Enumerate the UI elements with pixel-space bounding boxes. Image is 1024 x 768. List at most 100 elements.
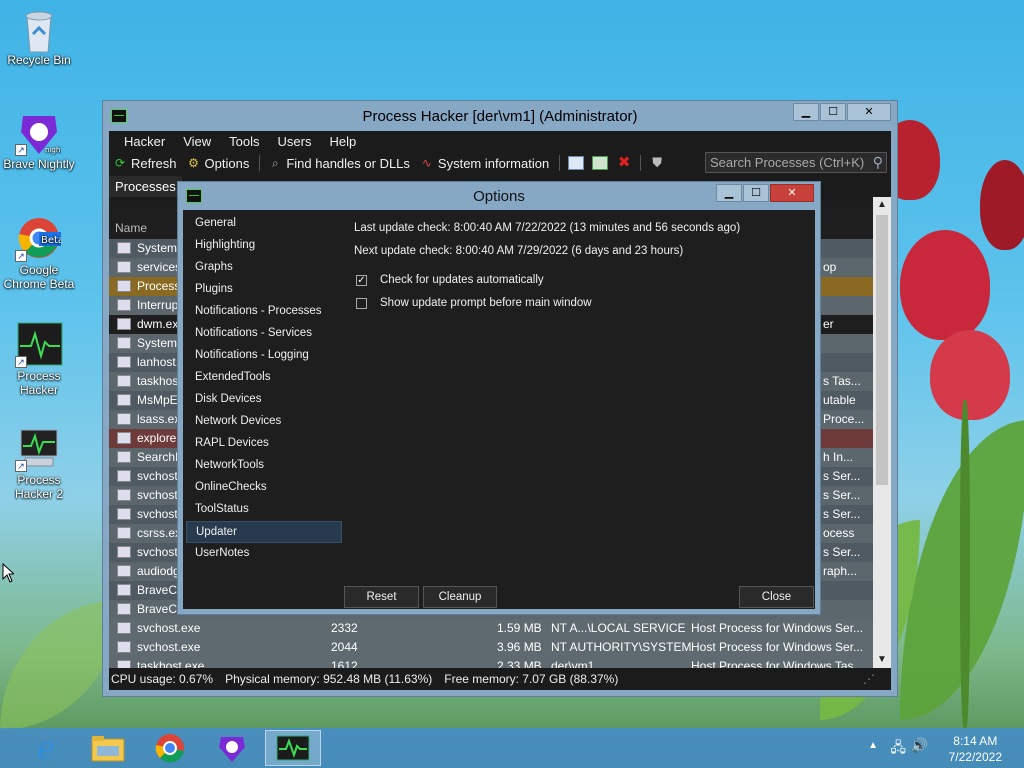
close-dialog-button[interactable]: Close [739, 586, 814, 608]
resize-grip-icon[interactable]: ⋰ [863, 672, 875, 686]
category-item[interactable]: Plugins [186, 279, 342, 301]
process-name: System [137, 336, 178, 350]
maximize-button[interactable]: ☐ [820, 103, 846, 121]
taskbar-process-hacker[interactable] [265, 730, 321, 766]
update-prompt-checkbox[interactable] [356, 297, 367, 309]
category-item[interactable]: ToolStatus [186, 499, 342, 521]
window-icon[interactable] [568, 156, 585, 170]
table-row[interactable]: svchost.exe 2332 1.59 MB NT A...\LOCAL SERV… [109, 619, 873, 638]
taskbar-brave-nightly[interactable] [204, 730, 260, 766]
update-prompt-option[interactable]: Show update prompt before main window [356, 297, 592, 309]
vertical-scrollbar[interactable]: ▲ ▼ [873, 197, 891, 668]
category-item[interactable]: Disk Devices [186, 389, 342, 411]
category-item[interactable]: RAPL Devices [186, 433, 342, 455]
category-item[interactable]: Network Devices [186, 411, 342, 433]
process-name: taskhost.exe [137, 659, 205, 668]
refresh-label: Refresh [131, 155, 177, 171]
category-item[interactable]: Graphs [186, 257, 342, 279]
process-icon [117, 432, 131, 444]
brave-nightly-icon: nightly ↗ [15, 110, 69, 156]
options-title-bar[interactable]: Options ▁ ☐ ✕ [178, 182, 820, 210]
table-row[interactable]: taskhost.exe 1612 2.33 MB der\vm1 Host Proce… [109, 657, 873, 668]
menu-view[interactable]: View [174, 131, 220, 152]
scroll-down-icon[interactable]: ▼ [873, 652, 891, 668]
taskbar-file-explorer[interactable] [80, 730, 136, 766]
desktop-icon-process-hacker[interactable]: ↗ Process Hacker [2, 322, 76, 397]
options-close-button[interactable]: ✕ [770, 184, 814, 202]
taskbar-internet-explorer[interactable]: e [18, 730, 74, 766]
table-row[interactable]: svchost.exe 2044 3.96 MB NT AUTHORITY\SYSTE… [109, 638, 873, 657]
auto-check-option[interactable]: ✓ Check for updates automatically [356, 274, 544, 286]
process-icon [117, 280, 131, 292]
recycle-bin-icon [17, 6, 61, 53]
toolbar-separator [259, 155, 261, 171]
window-title: Process Hacker [der\vm1] (Administrator) [362, 108, 638, 125]
binoculars-icon: ⌕ [271, 156, 279, 170]
category-item[interactable]: Notifications - Logging [186, 345, 342, 367]
menu-hacker[interactable]: Hacker [115, 131, 174, 152]
category-item[interactable]: NetworkTools [186, 455, 342, 477]
search-input[interactable]: Search Processes (Ctrl+K) ⚲ [705, 152, 887, 173]
terminate-icon[interactable]: ✖ [616, 155, 632, 170]
system-information-button[interactable]: ∿ System information [420, 156, 549, 171]
svg-text:nightly: nightly [45, 146, 61, 154]
minimize-button[interactable]: ▁ [793, 103, 819, 121]
category-item[interactable]: Notifications - Services [186, 323, 342, 345]
reset-button[interactable]: Reset [344, 586, 419, 608]
options-maximize-button[interactable]: ☐ [743, 184, 769, 202]
category-item[interactable]: OnlineChecks [186, 477, 342, 499]
process-name: lanhost. [137, 355, 180, 369]
column-header-name[interactable]: Name [115, 221, 147, 235]
options-button[interactable]: ⚙ Options [187, 156, 249, 171]
process-icon [117, 546, 131, 558]
process-user: der\vm1 [551, 659, 595, 668]
process-desc: Host Process for Windows Ser... [691, 621, 864, 635]
process-description: s Ser... [823, 507, 861, 521]
process-description: raph... [823, 564, 858, 578]
desktop-icon-brave-nightly[interactable]: nightly ↗ Brave Nightly [2, 110, 76, 171]
chrome-beta-icon: Beta ↗ [15, 216, 64, 262]
category-item[interactable]: UserNotes [186, 543, 342, 565]
category-item[interactable]: General [186, 213, 342, 235]
close-button[interactable]: ✕ [847, 103, 891, 121]
shield-icon[interactable]: ⛊ [649, 156, 665, 170]
network-icon[interactable]: 🖧 [890, 737, 906, 761]
scroll-thumb[interactable] [876, 215, 888, 485]
process-description: utable [823, 393, 856, 407]
process-mem: 3.96 MB [497, 640, 542, 654]
process-user: NT A...\LOCAL SERVICE [551, 621, 686, 635]
options-minimize-button[interactable]: ▁ [716, 184, 742, 202]
title-bar[interactable]: Process Hacker [der\vm1] (Administrator)… [103, 101, 897, 131]
auto-check-label: Check for updates automatically [380, 274, 544, 286]
clock[interactable]: 8:14 AM 7/22/2022 [949, 733, 1002, 765]
category-item[interactable]: Updater [186, 521, 342, 543]
taskbar-chrome-beta[interactable] [142, 730, 198, 766]
refresh-button[interactable]: ⟳ Refresh [113, 156, 177, 171]
category-item[interactable]: Notifications - Processes [186, 301, 342, 323]
auto-check-checkbox[interactable]: ✓ [356, 274, 367, 286]
last-update-check: Last update check: 8:00:40 AM 7/22/2022 … [354, 222, 741, 234]
menu-tools[interactable]: Tools [220, 131, 268, 152]
find-handles-button[interactable]: ⌕ Find handles or DLLs [268, 156, 410, 171]
process-icon [117, 470, 131, 482]
desktop-icon-process-hacker-2[interactable]: ↗ Process Hacker 2 [2, 426, 76, 501]
category-item[interactable]: ExtendedTools [186, 367, 342, 389]
process-icon [117, 242, 131, 254]
category-item[interactable]: Highlighting [186, 235, 342, 257]
volume-icon[interactable]: 🔊 [911, 737, 928, 754]
tab-processes[interactable]: Processes [109, 176, 182, 197]
desktop-icon-chrome-beta[interactable]: Beta ↗ Google Chrome Beta [2, 216, 76, 291]
cleanup-button[interactable]: Cleanup [423, 586, 497, 608]
process-description: h In... [823, 450, 854, 464]
process-name: Interrup [137, 298, 179, 312]
menu-bar: Hacker View Tools Users Help [109, 131, 891, 152]
process-name: svchost.exe [137, 640, 201, 654]
show-hidden-icons-icon[interactable]: ▲ [868, 740, 878, 751]
scroll-up-icon[interactable]: ▲ [873, 197, 891, 213]
window-go-icon[interactable] [592, 156, 609, 170]
menu-users[interactable]: Users [269, 131, 321, 152]
desktop-icon-recycle-bin[interactable]: Recycle Bin [2, 6, 76, 67]
mouse-cursor-icon [2, 562, 16, 586]
gear-icon: ⚙ [188, 156, 199, 170]
menu-help[interactable]: Help [320, 131, 365, 152]
